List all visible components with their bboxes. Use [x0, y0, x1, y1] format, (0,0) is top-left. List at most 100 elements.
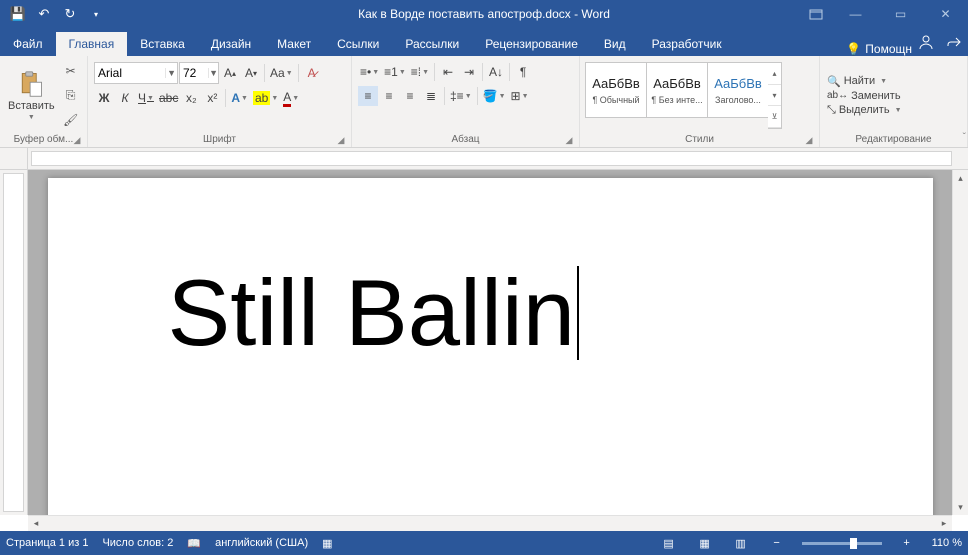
web-layout-icon[interactable]: ▥	[730, 533, 752, 553]
decrease-indent-icon[interactable]: ⇤	[438, 62, 458, 82]
align-right-icon[interactable]: ≡	[400, 86, 420, 106]
font-color-icon[interactable]: A▼	[281, 88, 301, 108]
clear-formatting-icon[interactable]: A̷	[302, 63, 322, 83]
account-icon[interactable]	[912, 28, 940, 56]
redo-icon[interactable]: ↻	[58, 2, 82, 26]
replace-button[interactable]: ab↔Заменить	[824, 89, 963, 103]
shading-icon[interactable]: 🪣▼	[481, 86, 508, 106]
tab-review[interactable]: Рецензирование	[472, 32, 591, 56]
qat-customize-icon[interactable]: ▾	[84, 2, 108, 26]
read-mode-icon[interactable]: ▤	[658, 533, 680, 553]
chevron-down-icon[interactable]: ▼	[208, 68, 218, 78]
bold-button[interactable]: Ж	[94, 88, 114, 108]
minimize-icon[interactable]: —	[833, 0, 878, 28]
vertical-ruler[interactable]	[3, 173, 24, 512]
superscript-button[interactable]: x²	[202, 88, 222, 108]
status-bar: Страница 1 из 1 Число слов: 2 📖 английск…	[0, 531, 968, 555]
paragraph-launcher-icon[interactable]: ◢	[563, 134, 575, 146]
language-indicator[interactable]: английский (США)	[215, 537, 308, 549]
style-heading1[interactable]: АаБбВв Заголово...	[707, 62, 769, 118]
bullets-icon[interactable]: ≡•▼	[358, 62, 381, 82]
align-center-icon[interactable]: ≡	[379, 86, 399, 106]
increase-indent-icon[interactable]: ⇥	[459, 62, 479, 82]
ribbon-options-icon[interactable]	[799, 0, 833, 28]
styles-expand-icon[interactable]: ⊻	[768, 106, 781, 128]
tab-mailings[interactable]: Рассылки	[392, 32, 472, 56]
search-icon: 🔍	[827, 75, 841, 88]
zoom-thumb[interactable]	[850, 538, 857, 549]
maximize-icon[interactable]: ▭	[878, 0, 923, 28]
borders-icon[interactable]: ⊞▼	[509, 86, 531, 106]
subscript-button[interactable]: x₂	[181, 88, 201, 108]
zoom-level[interactable]: 110 %	[932, 537, 962, 549]
tab-home[interactable]: Главная	[56, 32, 128, 56]
scroll-down-icon[interactable]: ▾	[953, 499, 968, 515]
shrink-font-icon[interactable]: A▾	[241, 63, 261, 83]
share-icon[interactable]	[940, 28, 968, 56]
font-name-input[interactable]	[95, 66, 165, 80]
highlight-icon[interactable]: ab▼	[251, 88, 280, 108]
text-effects-icon[interactable]: A▼	[229, 88, 250, 108]
macro-icon[interactable]: ▦	[322, 537, 332, 550]
sort-icon[interactable]: A↓	[486, 62, 506, 82]
horizontal-scrollbar[interactable]: ◂ ▸	[28, 515, 952, 531]
tab-references[interactable]: Ссылки	[324, 32, 392, 56]
save-icon[interactable]: 💾	[6, 2, 30, 26]
tab-file[interactable]: Файл	[0, 32, 56, 56]
line-spacing-icon[interactable]: ‡≡▼	[448, 86, 474, 106]
font-size-combo[interactable]: ▼	[179, 62, 219, 84]
select-button[interactable]: ⤡Выделить▼	[824, 103, 963, 118]
styles-scroll-down-icon[interactable]: ▾	[768, 85, 781, 107]
scroll-left-icon[interactable]: ◂	[28, 516, 44, 531]
paste-button[interactable]: Вставить ▼	[4, 59, 59, 132]
styles-launcher-icon[interactable]: ◢	[803, 134, 815, 146]
vertical-scrollbar[interactable]: ▴ ▾	[952, 170, 968, 515]
spellcheck-icon[interactable]: 📖	[187, 537, 201, 550]
zoom-out-icon[interactable]: −	[766, 533, 788, 553]
tab-design[interactable]: Дизайн	[198, 32, 264, 56]
underline-button[interactable]: Ч▼	[136, 88, 156, 108]
zoom-in-icon[interactable]: +	[896, 533, 918, 553]
tab-insert[interactable]: Вставка	[127, 32, 198, 56]
tell-me[interactable]: 💡 Помощн	[846, 42, 912, 56]
undo-icon[interactable]: ↶	[32, 2, 56, 26]
zoom-slider[interactable]	[802, 542, 882, 545]
copy-icon[interactable]: ⎘	[61, 86, 81, 104]
document-text[interactable]: Still Ballin	[168, 260, 576, 365]
justify-icon[interactable]: ≣	[421, 86, 441, 106]
style-no-spacing[interactable]: АаБбВв ¶ Без инте...	[646, 62, 708, 118]
scroll-up-icon[interactable]: ▴	[953, 170, 968, 186]
change-case-icon[interactable]: Aa▼	[268, 63, 295, 83]
show-marks-icon[interactable]: ¶	[513, 62, 533, 82]
grow-font-icon[interactable]: A▴	[220, 63, 240, 83]
horizontal-ruler[interactable]	[31, 151, 952, 166]
page-container[interactable]: Still Ballin	[28, 170, 952, 515]
collapse-ribbon-icon[interactable]: ˇ	[963, 132, 966, 143]
multilevel-icon[interactable]: ≡⁞▼	[409, 62, 431, 82]
tab-developer[interactable]: Разработчик	[639, 32, 735, 56]
strikethrough-button[interactable]: abc	[157, 88, 180, 108]
font-launcher-icon[interactable]: ◢	[335, 134, 347, 146]
styles-gallery-scroll: ▴ ▾ ⊻	[768, 62, 782, 129]
scroll-right-icon[interactable]: ▸	[936, 516, 952, 531]
find-button[interactable]: 🔍Найти▼	[824, 74, 963, 89]
cut-icon[interactable]: ✂	[61, 62, 81, 80]
italic-button[interactable]: К	[115, 88, 135, 108]
tab-layout[interactable]: Макет	[264, 32, 324, 56]
chevron-down-icon[interactable]: ▼	[165, 68, 177, 78]
word-count[interactable]: Число слов: 2	[102, 537, 173, 549]
print-layout-icon[interactable]: ▦	[694, 533, 716, 553]
font-size-input[interactable]	[180, 66, 208, 80]
align-left-icon[interactable]: ≡	[358, 86, 378, 106]
style-normal[interactable]: АаБбВв ¶ Обычный	[585, 62, 647, 118]
page-indicator[interactable]: Страница 1 из 1	[6, 537, 88, 549]
numbering-icon[interactable]: ≡1▼	[382, 62, 408, 82]
styles-scroll-up-icon[interactable]: ▴	[768, 63, 781, 85]
page[interactable]: Still Ballin	[48, 178, 933, 515]
close-icon[interactable]: ✕	[923, 0, 968, 28]
font-name-combo[interactable]: ▼	[94, 62, 178, 84]
clipboard-launcher-icon[interactable]: ◢	[71, 134, 83, 146]
paste-icon	[17, 70, 45, 98]
tab-view[interactable]: Вид	[591, 32, 639, 56]
format-painter-icon[interactable]: 🖌	[61, 111, 81, 129]
